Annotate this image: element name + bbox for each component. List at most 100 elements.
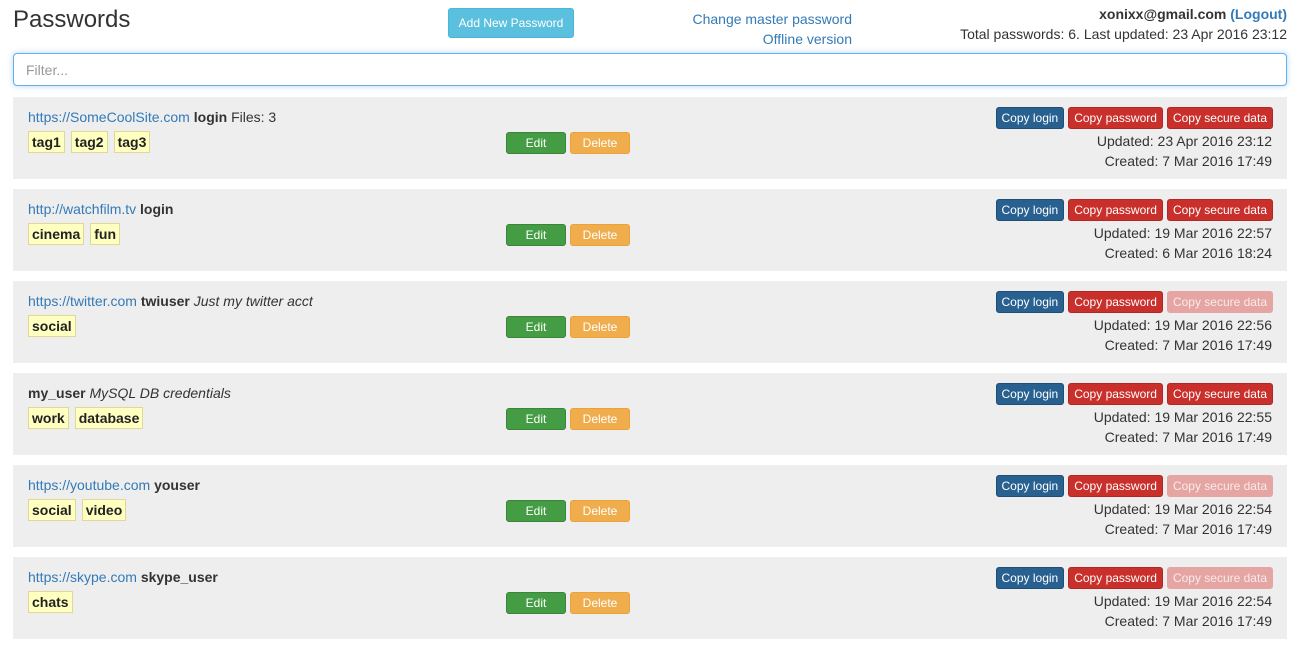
entry-info: https://youtube.com youser [28,475,200,495]
tag[interactable]: video [81,499,127,521]
entry-note: MySQL DB credentials [89,385,231,401]
delete-button[interactable]: Delete [570,592,630,614]
delete-button[interactable]: Delete [570,132,630,154]
filter-input[interactable] [13,53,1287,86]
entry-dates: Updated: 19 Mar 2016 22:57 Created: 6 Mar… [1094,223,1272,263]
copy-login-button[interactable]: Copy login [995,567,1065,589]
password-entry: https://skype.com skype_userchats Edit Del… [13,557,1287,639]
copy-password-button[interactable]: Copy password [1068,475,1163,497]
logout-link[interactable]: (Logout) [1230,6,1287,22]
copy-buttons: Copy login Copy password Copy secure data [995,383,1273,405]
updated-date: Updated: 19 Mar 2016 22:54 [1093,501,1272,517]
tag[interactable]: social [28,499,76,521]
entry-info: https://SomeCoolSite.com login Files: 3 [28,107,276,127]
copy-secure-data-button: Copy secure data [1166,475,1273,497]
passwords-summary: Total passwords: 6. Last updated: 23 Apr… [960,26,1287,42]
add-new-password-button[interactable]: Add New Password [448,8,574,38]
password-entry: https://twitter.com twiuser Just my twit… [13,281,1287,363]
edit-button[interactable]: Edit [506,224,566,246]
created-date: Created: 7 Mar 2016 17:49 [1104,337,1272,353]
delete-button[interactable]: Delete [570,316,630,338]
edit-button[interactable]: Edit [506,500,566,522]
change-master-password-link[interactable]: Change master password [692,9,852,29]
tag-list: social [28,315,76,337]
entry-info: https://twitter.com twiuser Just my twit… [28,291,313,311]
entry-dates: Updated: 19 Mar 2016 22:55 Created: 7 Mar… [1094,407,1272,447]
delete-button[interactable]: Delete [570,224,630,246]
copy-login-button[interactable]: Copy login [995,475,1065,497]
tag[interactable]: tag3 [113,131,151,153]
site-link[interactable]: https://twitter.com [28,293,137,309]
header: Passwords Add New Password Change master… [0,0,1300,52]
entry-dates: Updated: 19 Mar 2016 22:54 Created: 7 Mar… [1094,591,1272,631]
tag[interactable]: tag2 [70,131,108,153]
offline-version-link[interactable]: Offline version [692,29,852,49]
entry-dates: Updated: 23 Apr 2016 23:12 Created: 7 Mar… [1097,131,1272,171]
login-name: login [140,201,174,217]
copy-password-button[interactable]: Copy password [1068,383,1163,405]
site-link[interactable]: https://SomeCoolSite.com [28,109,190,125]
delete-button[interactable]: Delete [570,500,630,522]
created-date: Created: 7 Mar 2016 17:49 [1104,429,1272,445]
copy-buttons: Copy login Copy password Copy secure data [995,199,1273,221]
created-date: Created: 6 Mar 2016 18:24 [1104,245,1272,261]
login-name: login [193,109,228,125]
updated-date: Updated: 19 Mar 2016 22:54 [1093,593,1272,609]
site-link[interactable]: https://skype.com [28,569,137,585]
copy-login-button[interactable]: Copy login [995,383,1065,405]
edit-button[interactable]: Edit [506,316,566,338]
site-link[interactable]: https://youtube.com [28,477,150,493]
login-name: youser [154,477,200,493]
login-name: twiuser [140,293,190,309]
delete-button[interactable]: Delete [570,408,630,430]
copy-login-button[interactable]: Copy login [995,199,1065,221]
updated-date: Updated: 19 Mar 2016 22:56 [1093,317,1272,333]
copy-password-button[interactable]: Copy password [1068,199,1163,221]
copy-login-button[interactable]: Copy login [995,107,1065,129]
tag[interactable]: database [74,407,144,429]
updated-date: Updated: 23 Apr 2016 23:12 [1096,133,1272,149]
entry-info: http://watchfilm.tv login [28,199,173,219]
tag[interactable]: chats [28,591,73,613]
tag[interactable]: cinema [28,223,85,245]
copy-buttons: Copy login Copy password Copy secure data [995,475,1273,497]
user-email: xonixx@gmail.com [1099,6,1227,22]
tag[interactable]: tag1 [28,131,65,153]
entry-dates: Updated: 19 Mar 2016 22:54 Created: 7 Mar… [1094,499,1272,539]
copy-buttons: Copy login Copy password Copy secure data [995,107,1273,129]
copy-password-button[interactable]: Copy password [1068,107,1163,129]
tag-list: tag1 tag2 tag3 [28,131,151,153]
copy-secure-data-button[interactable]: Copy secure data [1166,107,1273,129]
copy-secure-data-button[interactable]: Copy secure data [1166,199,1273,221]
site-link[interactable]: http://watchfilm.tv [28,201,136,217]
copy-password-button[interactable]: Copy password [1068,567,1163,589]
tag[interactable]: fun [90,223,121,245]
tag-list: cinema fun [28,223,121,245]
copy-login-button[interactable]: Copy login [995,291,1065,313]
tag[interactable]: social [28,315,76,337]
files-count: Files: 3 [231,109,277,125]
password-list: https://SomeCoolSite.com login Files: 3 t… [13,97,1287,649]
edit-button[interactable]: Edit [506,132,566,154]
entry-dates: Updated: 19 Mar 2016 22:56 Created: 7 Mar… [1094,315,1272,355]
entry-note: Just my twitter acct [193,293,313,309]
header-links: Change master password Offline version [692,9,852,49]
user-info: xonixx@gmail.com (Logout) Total password… [960,4,1287,44]
entry-info: my_user MySQL DB credentials [28,383,231,403]
tag[interactable]: work [28,407,69,429]
updated-date: Updated: 19 Mar 2016 22:55 [1093,409,1272,425]
copy-password-button[interactable]: Copy password [1068,291,1163,313]
copy-secure-data-button: Copy secure data [1166,567,1273,589]
updated-date: Updated: 19 Mar 2016 22:57 [1093,225,1272,241]
password-entry: https://youtube.com youser social video Edi… [13,465,1287,547]
page-title: Passwords [13,6,131,33]
tag-list: social video [28,499,127,521]
copy-buttons: Copy login Copy password Copy secure data [995,567,1273,589]
edit-button[interactable]: Edit [506,408,566,430]
tag-list: chats [28,591,73,613]
copy-buttons: Copy login Copy password Copy secure data [995,291,1273,313]
copy-secure-data-button[interactable]: Copy secure data [1166,383,1273,405]
created-date: Created: 7 Mar 2016 17:49 [1104,613,1272,629]
edit-button[interactable]: Edit [506,592,566,614]
entry-info: https://skype.com skype_user [28,567,218,587]
